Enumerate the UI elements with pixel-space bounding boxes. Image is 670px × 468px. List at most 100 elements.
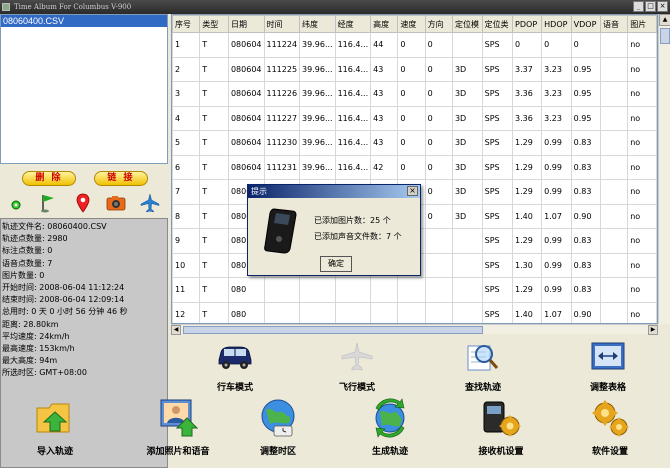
column-header[interactable]: 日期 (227, 15, 265, 33)
table-row[interactable]: 12 T 080 SPS 1.40 1.07 0.90 no (172, 301, 657, 323)
import-track-button[interactable]: 导入轨迹 (20, 398, 90, 458)
table-cell: no (627, 203, 657, 229)
gears-icon (592, 400, 629, 437)
column-header[interactable]: 定位模 (451, 15, 483, 33)
dialog-close-icon[interactable]: × (407, 186, 418, 196)
drive-mode-button[interactable]: 行车模式 (200, 340, 270, 396)
table-cell (599, 277, 629, 303)
table-cell (334, 277, 372, 303)
table-horizontal-scrollbar[interactable]: ◀ ▶ (171, 324, 658, 335)
column-header[interactable]: 纬度 (299, 15, 336, 33)
table-cell (599, 105, 629, 131)
dialog-images-added: 已添加图片数：25 个 (314, 216, 391, 225)
info-voice-points: 语音点数量: 7 (2, 258, 53, 268)
column-header[interactable]: 速度 (397, 15, 426, 33)
table-cell (451, 252, 483, 278)
maximize-button[interactable]: □ (645, 1, 656, 12)
table-cell: T (199, 203, 229, 229)
globe-clock-icon (261, 399, 295, 437)
table-cell: 39.96... (299, 81, 336, 107)
minimize-button[interactable]: _ (633, 1, 644, 12)
table-cell: T (199, 301, 229, 323)
adjust-table-button[interactable]: 调整表格 (573, 340, 643, 396)
drive-mode-label: 行车模式 (216, 383, 253, 393)
table-cell: no (627, 277, 657, 303)
table-cell (370, 277, 399, 303)
table-cell: 2 (172, 56, 201, 82)
column-header[interactable]: VDOP (570, 15, 601, 33)
scroll-left-icon[interactable]: ◀ (171, 325, 181, 335)
fly-mode-label: 飞行模式 (338, 383, 375, 393)
table-cell: T (199, 154, 229, 180)
column-header[interactable]: 经度 (334, 15, 372, 33)
table-cell: 080604 (227, 32, 265, 58)
pin-icon[interactable] (76, 193, 90, 213)
add-media-button[interactable]: 添加照片和语音 (128, 398, 228, 458)
table-cell (424, 277, 453, 303)
table-row[interactable]: 6 T 080604 111231 39.96... 116.4... 42 0 0 3D SPS 1… (172, 154, 657, 180)
table-cell: 1.40 (512, 203, 543, 229)
find-track-button[interactable]: 查找轨迹 (448, 340, 518, 396)
generate-track-button[interactable]: 生成轨迹 (355, 398, 425, 458)
table-cell: 111225 (263, 56, 301, 82)
column-header[interactable]: HDOP (541, 15, 572, 33)
table-cell (599, 301, 629, 323)
table-cell: T (199, 130, 229, 156)
table-cell: 3D (451, 105, 483, 131)
adjust-timezone-button[interactable]: 调整时区 (243, 398, 313, 458)
table-cell: 080604 (227, 130, 265, 156)
table-cell: 0 (424, 203, 453, 229)
table-cell: 9 (172, 228, 201, 254)
table-row[interactable]: 11 T 080 SPS 1.29 0.99 0.83 no (172, 277, 657, 303)
table-cell: 3D (451, 130, 483, 156)
software-settings-button[interactable]: 软件设置 (575, 398, 645, 458)
table-cell: SPS (481, 252, 514, 278)
column-header[interactable]: 定位类 (481, 15, 514, 33)
receiver-settings-label: 接收机设置 (478, 447, 524, 457)
table-cell: 0.99 (541, 252, 572, 278)
column-header[interactable]: 序号 (172, 15, 201, 33)
table-row[interactable]: 2 T 080604 111225 39.96... 116.4... 43 0 0 3D SPS 3… (172, 56, 657, 82)
table-row[interactable]: 4 T 080604 111227 39.96... 116.4... 43 0 0 3D SPS 3… (172, 105, 657, 131)
delete-button[interactable]: 删 除 (22, 171, 76, 186)
fly-mode-button[interactable]: 飞行模式 (322, 340, 392, 396)
circle-icon[interactable] (10, 193, 22, 213)
receiver-settings-button[interactable]: 接收机设置 (465, 398, 537, 458)
scroll-thumb[interactable] (660, 28, 670, 44)
column-header[interactable]: 方向 (424, 15, 453, 33)
file-list[interactable]: 08060400.CSV (0, 14, 168, 164)
table-cell: 39.96... (299, 130, 336, 156)
table-cell: 1.29 (512, 179, 543, 205)
table-cell: 3.23 (541, 81, 572, 107)
camera-icon[interactable] (106, 193, 126, 213)
flag-icon[interactable] (40, 193, 56, 213)
column-header[interactable]: 语音 (599, 15, 629, 33)
column-header[interactable]: 高度 (370, 15, 399, 33)
table-vertical-scrollbar[interactable]: ▲ (658, 14, 670, 324)
table-cell: 1.30 (512, 252, 543, 278)
table-row[interactable]: 1 T 080604 111224 39.96... 116.4... 44 0 0 SPS 0 0 0… (172, 32, 657, 58)
table-cell: 4 (172, 105, 201, 131)
photo-add-icon (160, 399, 199, 437)
table-row[interactable]: 3 T 080604 111226 39.96... 116.4... 43 0 0 3D SPS 3… (172, 81, 657, 107)
column-header[interactable]: 图片 (627, 15, 657, 33)
column-header[interactable]: PDOP (512, 15, 543, 33)
table-cell: 39.96... (299, 105, 336, 131)
table-cell: 43 (370, 130, 399, 156)
track-table[interactable]: 序号 类型 日期 时间 纬度 经度 高度 速度 方向 定位模 定位类 PDOP HDOP VDOP 语音 图片… (171, 14, 658, 324)
table-cell: SPS (481, 32, 514, 58)
column-header[interactable]: 时间 (263, 15, 301, 33)
column-header[interactable]: 类型 (199, 15, 229, 33)
close-button[interactable]: × (657, 1, 668, 12)
table-row[interactable]: 5 T 080604 111230 39.96... 116.4... 43 0 0 3D SPS 1… (172, 130, 657, 156)
dialog-ok-button[interactable]: 确定 (320, 256, 352, 272)
horizontal-scroll-thumb[interactable] (183, 326, 483, 334)
table-cell (599, 203, 629, 229)
link-button[interactable]: 链 接 (94, 171, 148, 186)
file-item[interactable]: 08060400.CSV (1, 15, 167, 27)
scroll-right-icon[interactable]: ▶ (648, 325, 658, 335)
plane-icon[interactable] (140, 193, 160, 213)
scroll-up-icon[interactable]: ▲ (659, 14, 670, 26)
table-cell: no (627, 179, 657, 205)
table-cell: 3D (451, 81, 483, 107)
